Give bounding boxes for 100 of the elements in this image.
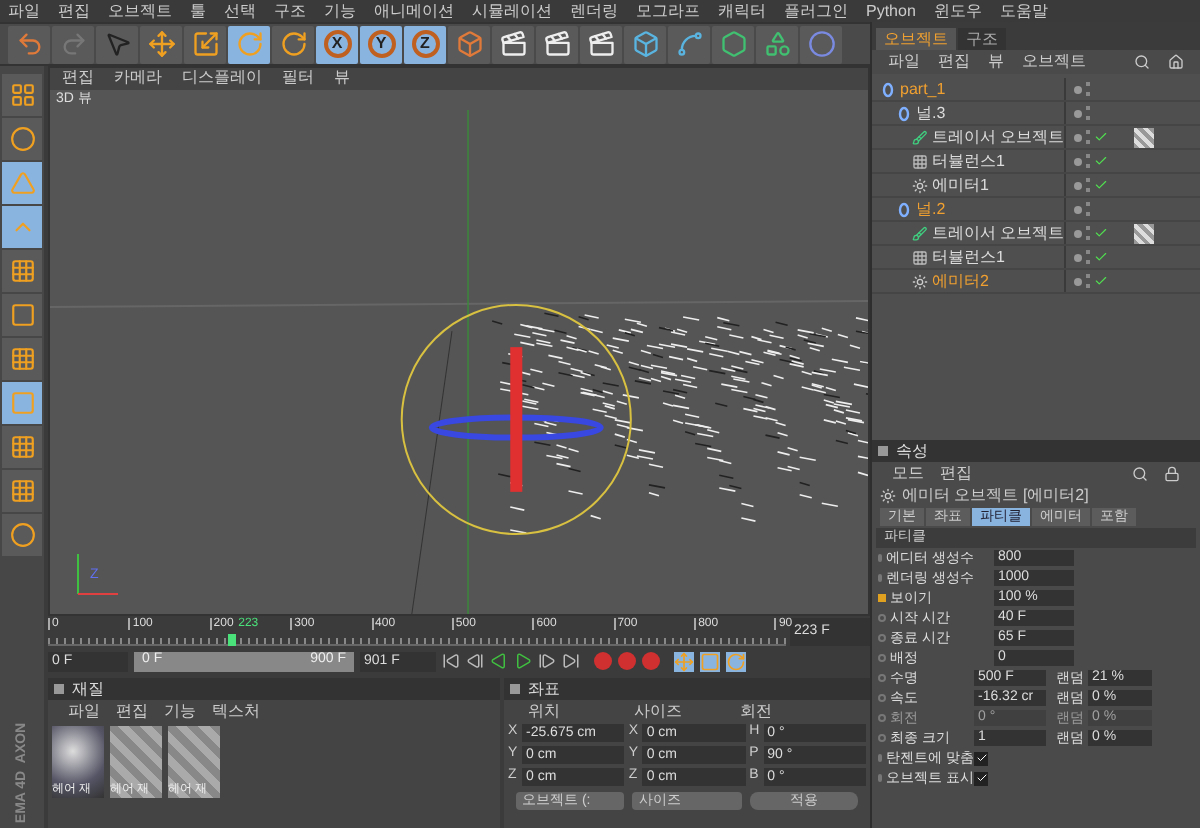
menu-item[interactable]: 시뮬레이션 bbox=[472, 3, 552, 19]
step-forward-icon[interactable] bbox=[538, 652, 556, 670]
tag-icon[interactable] bbox=[1134, 223, 1154, 243]
manager-menu-item[interactable]: 뷰 bbox=[988, 54, 1004, 70]
play-icon[interactable] bbox=[514, 652, 532, 670]
dots-icon bbox=[912, 249, 928, 265]
enabled-check-icon[interactable] bbox=[1094, 274, 1108, 288]
dots-icon bbox=[912, 153, 928, 169]
key-indicator[interactable] bbox=[878, 634, 886, 642]
playhead[interactable] bbox=[228, 634, 237, 646]
skip-back-icon[interactable] bbox=[442, 652, 460, 670]
tool-button[interactable] bbox=[184, 25, 226, 63]
key-indicator[interactable] bbox=[878, 694, 886, 702]
attributes-menu-item[interactable]: 모드 bbox=[892, 465, 924, 481]
axis-lock-button[interactable]: Y bbox=[360, 25, 402, 63]
menu-item[interactable]: 도움말 bbox=[999, 3, 1048, 19]
auto-key-icon[interactable] bbox=[618, 652, 636, 670]
menu-item[interactable]: 플러그인 bbox=[784, 3, 848, 19]
menu-item[interactable]: 윈도우 bbox=[933, 3, 982, 19]
tool-button[interactable] bbox=[492, 25, 534, 63]
object-name[interactable]: 널.3 bbox=[916, 101, 946, 125]
menu-item[interactable]: 파일 bbox=[8, 3, 40, 19]
tool-button[interactable] bbox=[756, 25, 798, 63]
scale-key-icon[interactable] bbox=[700, 651, 720, 671]
tool-button[interactable] bbox=[228, 25, 270, 63]
object-name[interactable]: 트레이서 오브젝트 bbox=[931, 125, 1064, 149]
axis-lock-button[interactable]: Z bbox=[404, 25, 446, 63]
key-indicator[interactable] bbox=[878, 614, 886, 622]
menu-item[interactable]: 모그라프 bbox=[636, 3, 700, 19]
home-icon[interactable] bbox=[1168, 54, 1184, 70]
object-name[interactable]: 에미터1 bbox=[932, 173, 989, 197]
step-back-icon[interactable] bbox=[466, 652, 484, 670]
search-icon[interactable] bbox=[1134, 54, 1150, 70]
viewport-menu-item[interactable]: 디스플레이 bbox=[182, 70, 262, 87]
key-indicator[interactable] bbox=[878, 734, 886, 742]
menu-item[interactable]: 툴 bbox=[190, 3, 206, 19]
cube-icon bbox=[631, 30, 659, 58]
tool-button[interactable] bbox=[580, 25, 622, 63]
object-name[interactable]: 널.2 bbox=[916, 197, 946, 221]
manager-menu-item[interactable]: 파일 bbox=[888, 54, 920, 70]
enabled-check-icon[interactable] bbox=[1094, 130, 1108, 144]
menu-item[interactable]: 선택 bbox=[224, 3, 256, 19]
tool-button[interactable] bbox=[712, 25, 754, 63]
menu-item[interactable]: 구조 bbox=[274, 3, 306, 19]
key-options-icon[interactable] bbox=[642, 652, 660, 670]
menu-item[interactable]: 캐릭터 bbox=[718, 3, 766, 19]
tool-button[interactable] bbox=[140, 25, 182, 63]
viewport-menu-item[interactable]: 필터 bbox=[282, 70, 314, 87]
search-icon[interactable] bbox=[1132, 465, 1148, 481]
object-name[interactable]: 에미터2 bbox=[932, 269, 989, 293]
tool-strip-button[interactable] bbox=[2, 294, 42, 336]
material-menu-item[interactable]: 파일 bbox=[68, 703, 100, 719]
key-indicator[interactable] bbox=[878, 674, 886, 682]
enabled-check-icon[interactable] bbox=[1094, 154, 1108, 168]
play-reverse-icon[interactable] bbox=[490, 652, 508, 670]
rotate-key-icon[interactable] bbox=[726, 651, 746, 671]
tool-strip-button[interactable] bbox=[2, 338, 42, 380]
tool-strip-button[interactable] bbox=[2, 514, 42, 556]
enabled-check-icon[interactable] bbox=[1094, 226, 1108, 240]
viewport-menu-item[interactable]: 카메라 bbox=[114, 70, 162, 87]
tool-strip-button[interactable] bbox=[2, 118, 42, 160]
object-name[interactable]: 터뷸런스1 bbox=[932, 245, 1005, 269]
enabled-check-icon[interactable] bbox=[1094, 178, 1108, 192]
viewport-menu-item[interactable]: 뷰 bbox=[334, 70, 350, 87]
tool-button[interactable] bbox=[624, 25, 666, 63]
axis-lock-button[interactable]: X bbox=[316, 25, 358, 63]
record-key-icon[interactable] bbox=[594, 652, 612, 670]
tool-strip-button[interactable] bbox=[2, 470, 42, 512]
move-key-icon[interactable] bbox=[674, 651, 694, 671]
manager-menu-item[interactable]: 오브젝트 bbox=[1022, 54, 1086, 70]
checkbox[interactable] bbox=[974, 751, 988, 765]
tool-strip-button[interactable] bbox=[2, 250, 42, 292]
material-menu-item[interactable]: 편집 bbox=[116, 703, 148, 719]
menu-item[interactable]: 애니메이션 bbox=[374, 3, 454, 19]
checkbox[interactable] bbox=[974, 771, 988, 785]
object-name[interactable]: 트레이서 오브젝트 bbox=[931, 221, 1064, 245]
material-menu-item[interactable]: 기능 bbox=[164, 703, 196, 719]
menu-item[interactable]: 편집 bbox=[58, 3, 90, 19]
menu-item[interactable]: 오브젝트 bbox=[108, 3, 172, 19]
skip-forward-icon[interactable] bbox=[562, 652, 580, 670]
manager-menu-item[interactable]: 편집 bbox=[938, 54, 970, 70]
attributes-menu-item[interactable]: 편집 bbox=[940, 465, 972, 481]
object-name[interactable]: 터뷸런스1 bbox=[932, 149, 1005, 173]
object-name[interactable]: part_1 bbox=[900, 77, 946, 101]
lock-icon[interactable] bbox=[1164, 465, 1180, 481]
enabled-check-icon[interactable] bbox=[1094, 250, 1108, 264]
key-indicator[interactable] bbox=[878, 654, 886, 662]
menu-item[interactable]: 렌더링 bbox=[570, 3, 618, 19]
tool-strip-button[interactable] bbox=[2, 426, 42, 468]
tool-button[interactable] bbox=[536, 25, 578, 63]
viewport-menu-item[interactable]: 편집 bbox=[62, 70, 94, 87]
tool-button[interactable] bbox=[668, 25, 710, 63]
menu-item[interactable]: 기능 bbox=[324, 3, 356, 19]
tool-button[interactable] bbox=[272, 25, 314, 63]
tool-strip-button[interactable] bbox=[2, 74, 42, 116]
material-menu-item[interactable]: 텍스처 bbox=[212, 703, 260, 719]
brush-icon bbox=[912, 225, 928, 241]
tag-icon[interactable] bbox=[1134, 127, 1154, 147]
manager-tab[interactable]: 구조 bbox=[958, 28, 1006, 50]
menu-item[interactable]: Python bbox=[866, 3, 916, 19]
